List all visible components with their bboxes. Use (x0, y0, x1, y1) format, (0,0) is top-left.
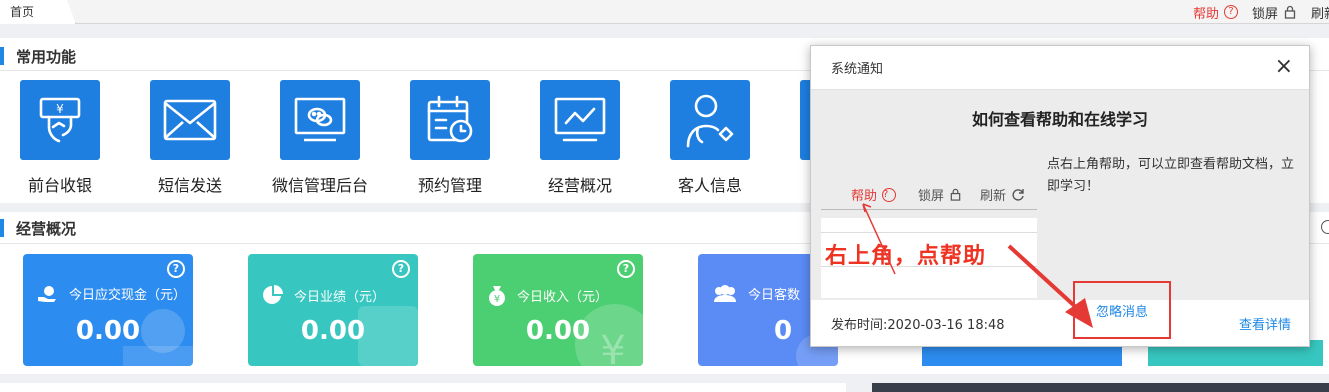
help-question-icon[interactable]: ? (617, 260, 635, 278)
func-wechat-admin[interactable]: 微信管理后台 (272, 80, 368, 196)
shot-lock-label: 锁屏 (918, 189, 945, 204)
card-label: 今日业绩（元） (294, 289, 386, 305)
money-bag-icon: ¥ (487, 284, 507, 306)
pie-chart-icon (262, 284, 284, 306)
modal-description: 点右上角帮助，可以立即查看帮助文档，立即学习！ (1047, 157, 1295, 194)
func-label: 经营概况 (547, 176, 612, 195)
func-label: 预约管理 (417, 176, 482, 195)
refresh-label: 刷新 (1310, 6, 1329, 22)
help-label: 帮助 (1192, 6, 1219, 22)
card-value: 0.00 (300, 316, 366, 346)
modal-header: 系统通知 (831, 62, 884, 77)
func-label: 客人信息 (677, 176, 742, 195)
card-label: 今日客数 (748, 288, 801, 303)
lock-screen-button[interactable]: 锁屏 (1252, 3, 1297, 22)
customer-icon (670, 80, 750, 160)
func-label: 微信管理后台 (271, 176, 368, 195)
annotation-arrow-icon (862, 203, 896, 275)
help-question-icon[interactable]: ? (392, 260, 410, 278)
lock-label: 锁屏 (1251, 6, 1278, 22)
question-circle-icon: ? (1223, 5, 1238, 19)
help-question-icon[interactable]: ? (167, 260, 185, 278)
svg-text:¥: ¥ (494, 294, 500, 305)
func-label: 前台收银 (27, 176, 92, 195)
refresh-button[interactable]: 刷新 (1311, 3, 1329, 22)
modal-footer: 发布时间:2020-03-16 18:48 忽略消息 查看详情 (811, 281, 1309, 346)
card-label: 今日收入（元） (517, 289, 609, 305)
question-circle-icon: ? (882, 187, 897, 202)
refresh-icon[interactable] (1321, 220, 1329, 234)
bottom-panel-left (0, 383, 846, 392)
card-value: 0.00 (525, 316, 591, 346)
annotation-text: 右上角，点帮助 (825, 244, 987, 269)
business-overview-title: 经营概况 (0, 213, 76, 243)
card-cash-due[interactable]: ? 今日应交现金（元） 0.00 (23, 254, 193, 366)
envelope-icon (150, 80, 230, 160)
shot-refresh-label: 刷新 (980, 189, 1007, 204)
lock-icon (1284, 5, 1296, 19)
ignore-message-button[interactable]: 忽略消息 (1073, 281, 1171, 339)
people-icon (712, 284, 738, 303)
func-label: 短信发送 (157, 176, 222, 195)
top-bar: 首页 帮助 ? 锁屏 刷新 (0, 0, 1329, 24)
card-label: 今日应交现金（元） (69, 288, 187, 303)
common-functions-title: 常用功能 (0, 41, 76, 71)
modal-title: 如何查看帮助和在线学习 (971, 110, 1148, 129)
top-right-actions: 帮助 ? 锁屏 刷新 (1179, 0, 1329, 24)
card-income[interactable]: ¥ ? ¥ 今日收入（元） 0.00 (473, 254, 643, 366)
func-appointment[interactable]: 预约管理 (410, 80, 490, 196)
tab-home[interactable]: 首页 (0, 0, 76, 24)
func-sms[interactable]: 短信发送 (150, 80, 230, 196)
func-business-overview[interactable]: 经营概况 (540, 80, 620, 196)
bottom-panel-right (872, 383, 1329, 392)
view-details-link[interactable]: 查看详情 (1239, 314, 1291, 333)
line-chart-icon (540, 80, 620, 160)
calendar-clock-icon (410, 80, 490, 160)
help-button[interactable]: 帮助 ? (1193, 3, 1238, 22)
modal-body: 如何查看帮助和在线学习 帮助? 锁屏 刷新 右上角，点帮助 点右上角帮助，可以立… (811, 90, 1309, 328)
lock-icon (950, 188, 961, 201)
func-cashier[interactable]: ¥ 前台收银 (20, 80, 100, 196)
card-value: 0.00 (75, 316, 141, 346)
card-performance[interactable]: ? 今日业绩（元） 0.00 (248, 254, 418, 366)
cash-hand-icon (37, 285, 59, 303)
publish-time: 发布时间:2020-03-16 18:48 (831, 318, 1005, 333)
close-icon[interactable]: × (1275, 56, 1293, 78)
svg-text:¥: ¥ (56, 102, 64, 116)
refresh-icon (1012, 188, 1024, 201)
system-notice-modal: 系统通知 × 如何查看帮助和在线学习 帮助? 锁屏 刷新 右上角，点帮助 点右上… (810, 45, 1310, 347)
wechat-monitor-icon (280, 80, 360, 160)
func-customer-info[interactable]: 客人信息 (670, 80, 750, 196)
cashier-icon: ¥ (20, 80, 100, 160)
